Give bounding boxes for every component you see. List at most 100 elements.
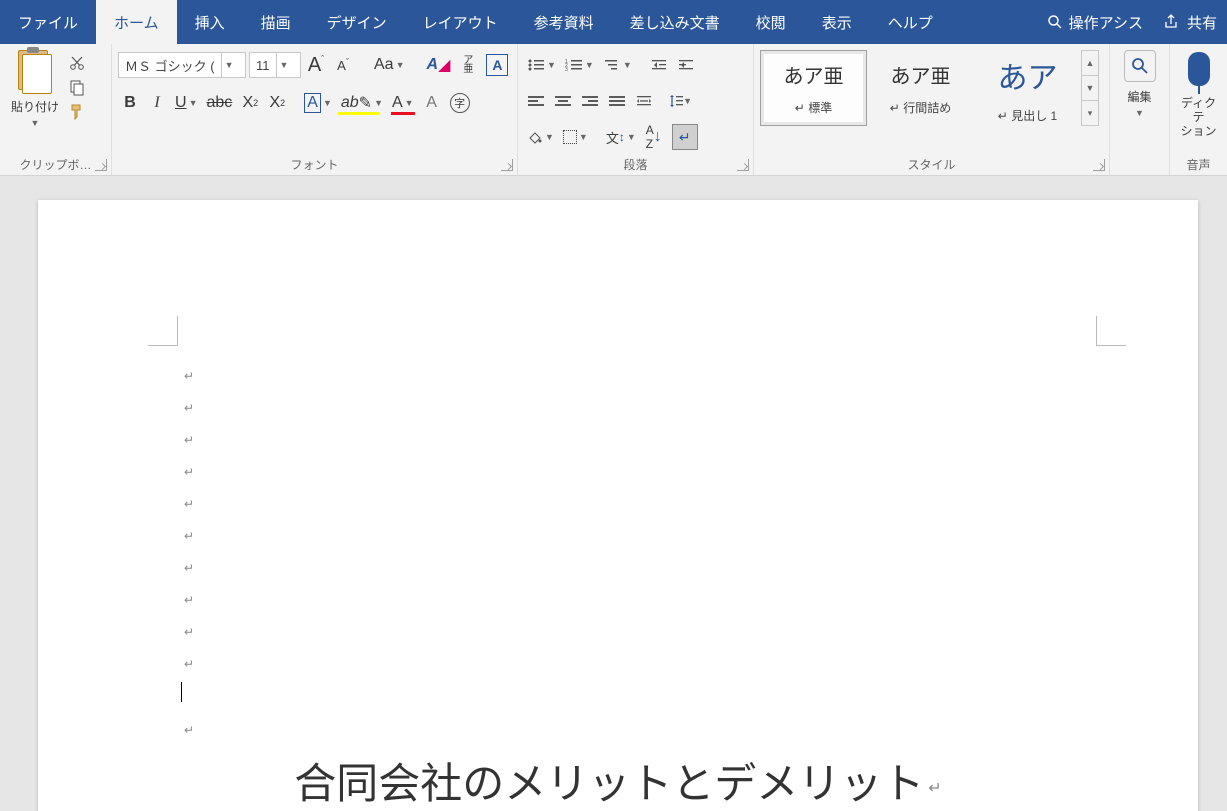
tab-help[interactable]: ヘルプ bbox=[870, 0, 951, 44]
font-name-combo[interactable]: ＭＳ ゴシック (▼ bbox=[118, 52, 246, 78]
text-direction-button[interactable]: 文↕▼ bbox=[603, 124, 639, 150]
group-styles-label: スタイル bbox=[907, 156, 955, 173]
underline-button[interactable]: U▼ bbox=[172, 90, 200, 116]
clear-formatting-button[interactable]: A◢ bbox=[424, 52, 454, 78]
subscript-button[interactable]: X2 bbox=[238, 90, 262, 116]
dictate-label2: ション bbox=[1180, 124, 1216, 138]
group-editing: 編集▼ bbox=[1110, 44, 1170, 175]
ribbon: 貼り付け▼ クリップボ… ＭＳ ゴシック (▼ 11▼ Aˆ bbox=[0, 44, 1227, 176]
superscript-button[interactable]: X2 bbox=[265, 90, 289, 116]
group-font: ＭＳ ゴシック (▼ 11▼ Aˆ Aˇ Aa▼ A◢ ア亜 A B I U▼ … bbox=[112, 44, 518, 175]
numbered-list-button[interactable]: 123▼ bbox=[562, 52, 597, 78]
borders-button[interactable]: ▼ bbox=[560, 124, 591, 150]
margin-corner-tr bbox=[1096, 316, 1126, 346]
copy-icon bbox=[68, 78, 86, 96]
gallery-up-icon[interactable]: ▲ bbox=[1082, 51, 1098, 76]
paste-icon bbox=[18, 50, 52, 94]
share-label: 共有 bbox=[1187, 12, 1217, 33]
line-spacing-button[interactable]: ▼ bbox=[668, 89, 692, 113]
group-clipboard-label: クリップボ… bbox=[19, 156, 91, 173]
ribbon-tabstrip: ファイル ホーム 挿入 描画 デザイン レイアウト 参考資料 差し込み文書 校閲… bbox=[0, 0, 1227, 44]
strikethrough-button[interactable]: abc bbox=[203, 90, 235, 116]
style-normal[interactable]: あア亜 ↵ 標準 bbox=[760, 50, 867, 126]
group-paragraph-label: 段落 bbox=[623, 156, 647, 173]
cut-button[interactable] bbox=[66, 52, 88, 74]
tell-me-label: 操作アシス bbox=[1069, 12, 1143, 33]
character-border-button[interactable]: A bbox=[483, 52, 511, 78]
dictate-label1: ディクテ bbox=[1181, 96, 1216, 124]
tab-draw[interactable]: 描画 bbox=[243, 0, 309, 44]
tab-view[interactable]: 表示 bbox=[804, 0, 870, 44]
grow-font-button[interactable]: Aˆ bbox=[304, 52, 328, 78]
distributed-button[interactable] bbox=[632, 89, 656, 113]
document-title[interactable]: 合同会社のメリットとデメリット↵ bbox=[38, 750, 1198, 811]
tab-insert[interactable]: 挿入 bbox=[177, 0, 243, 44]
font-color-button[interactable]: A▼ bbox=[389, 90, 417, 116]
dictate-button[interactable]: ディクテ ション bbox=[1176, 48, 1221, 138]
align-justify-button[interactable] bbox=[605, 89, 629, 113]
multilevel-list-button[interactable]: ▼ bbox=[600, 52, 635, 78]
sort-button[interactable]: AZ↓ bbox=[642, 124, 666, 150]
scissors-icon bbox=[68, 54, 86, 72]
style-no-spacing[interactable]: あア亜 ↵ 行間詰め bbox=[867, 50, 974, 126]
style-heading1[interactable]: あア ↵ 見出し 1 bbox=[974, 50, 1081, 126]
styles-launcher[interactable] bbox=[1093, 159, 1105, 171]
tab-file[interactable]: ファイル bbox=[0, 0, 96, 44]
bold-button[interactable]: B bbox=[118, 90, 142, 116]
character-shading-button[interactable]: A bbox=[420, 90, 444, 116]
tell-me-search[interactable]: 操作アシス bbox=[1037, 0, 1153, 44]
group-font-label: フォント bbox=[290, 156, 338, 173]
font-launcher[interactable] bbox=[501, 159, 513, 171]
decrease-indent-button[interactable] bbox=[647, 52, 671, 78]
phonetic-guide-button[interactable]: ア亜 bbox=[456, 52, 480, 78]
document-area[interactable]: ↵↵↵↵↵ ↵↵↵↵↵ ↵ 合同会社のメリットとデメリット↵ bbox=[0, 176, 1227, 811]
find-button[interactable]: 編集▼ bbox=[1116, 48, 1164, 119]
align-left-button[interactable] bbox=[524, 89, 548, 113]
tab-review[interactable]: 校閲 bbox=[738, 0, 804, 44]
bullet-list-button[interactable]: ▼ bbox=[524, 52, 559, 78]
paragraph-marks: ↵↵↵↵↵ ↵↵↵↵↵ ↵ bbox=[184, 360, 194, 746]
tab-mailings[interactable]: 差し込み文書 bbox=[612, 0, 738, 44]
font-size-combo[interactable]: 11▼ bbox=[249, 52, 301, 78]
paragraph-launcher[interactable] bbox=[737, 159, 749, 171]
group-paragraph: ▼ 123▼ ▼ ▼ ▼ ▼ 文↕▼ AZ↓ bbox=[518, 44, 754, 175]
share-icon bbox=[1163, 13, 1181, 31]
text-effects-button[interactable]: A▼ bbox=[301, 90, 335, 116]
microphone-icon bbox=[1188, 52, 1210, 86]
enclose-characters-button[interactable]: 字 bbox=[447, 90, 473, 116]
margin-corner-tl bbox=[148, 316, 178, 346]
shrink-font-button[interactable]: Aˇ bbox=[331, 52, 355, 78]
search-icon bbox=[1047, 14, 1063, 30]
group-voice-label: 音声 bbox=[1186, 156, 1210, 173]
increase-indent-button[interactable] bbox=[674, 52, 698, 78]
show-marks-button[interactable]: ↵ bbox=[669, 124, 701, 150]
style-gallery: あア亜 ↵ 標準 あア亜 ↵ 行間詰め あア ↵ 見出し 1 bbox=[760, 50, 1081, 126]
tab-layout[interactable]: レイアウト bbox=[405, 0, 516, 44]
change-case-button[interactable]: Aa▼ bbox=[371, 52, 408, 78]
group-clipboard: 貼り付け▼ クリップボ… bbox=[0, 44, 112, 175]
gallery-more-icon[interactable]: ▾ bbox=[1082, 101, 1098, 125]
tab-references[interactable]: 参考資料 bbox=[516, 0, 612, 44]
share-button[interactable]: 共有 bbox=[1153, 0, 1227, 44]
group-styles: あア亜 ↵ 標準 あア亜 ↵ 行間詰め あア ↵ 見出し 1 ▲ ▼ ▾ スタイ… bbox=[754, 44, 1110, 175]
svg-text:3: 3 bbox=[565, 67, 568, 72]
search-icon bbox=[1124, 50, 1156, 82]
page[interactable]: ↵↵↵↵↵ ↵↵↵↵↵ ↵ 合同会社のメリットとデメリット↵ bbox=[38, 200, 1198, 811]
tab-home[interactable]: ホーム bbox=[96, 0, 177, 44]
align-right-button[interactable] bbox=[578, 89, 602, 113]
shading-button[interactable]: ▼ bbox=[524, 124, 557, 150]
copy-button[interactable] bbox=[66, 76, 88, 98]
group-voice: ディクテ ション 音声 bbox=[1170, 44, 1227, 175]
paint-bucket-icon bbox=[527, 130, 543, 144]
tab-design[interactable]: デザイン bbox=[309, 0, 405, 44]
align-center-button[interactable] bbox=[551, 89, 575, 113]
highlight-button[interactable]: ab✎▼ bbox=[338, 90, 386, 116]
italic-button[interactable]: I bbox=[145, 90, 169, 116]
paste-label: 貼り付け bbox=[11, 100, 59, 114]
clipboard-launcher[interactable] bbox=[95, 159, 107, 171]
style-gallery-scroll[interactable]: ▲ ▼ ▾ bbox=[1081, 50, 1099, 126]
gallery-down-icon[interactable]: ▼ bbox=[1082, 76, 1098, 101]
format-painter-button[interactable] bbox=[66, 100, 88, 122]
paintbrush-icon bbox=[68, 102, 86, 120]
paste-button[interactable]: 貼り付け▼ bbox=[6, 48, 64, 129]
